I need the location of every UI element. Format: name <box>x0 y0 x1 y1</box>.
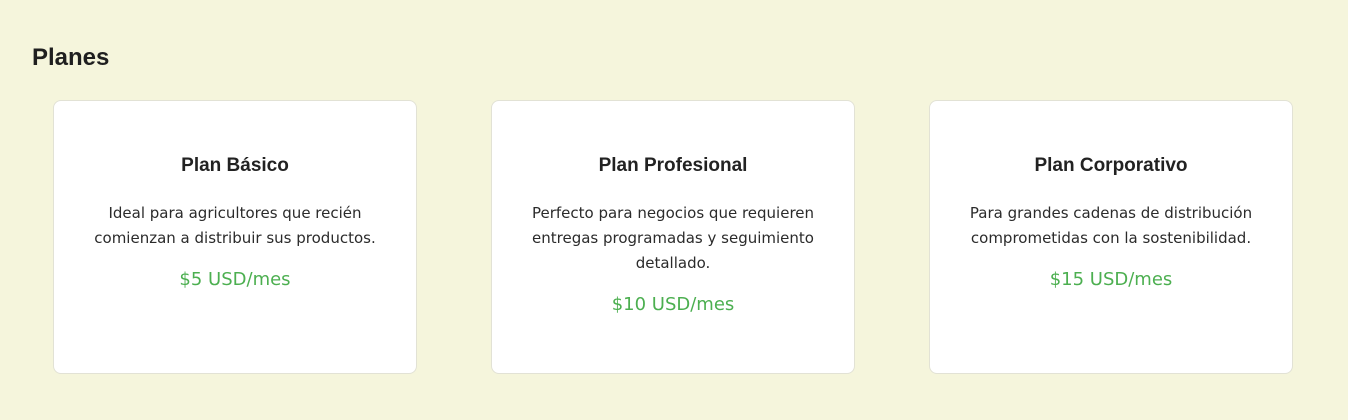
plan-card-basico: Plan Básico Ideal para agricultores que … <box>53 100 417 374</box>
plan-card-profesional: Plan Profesional Perfecto para negocios … <box>491 100 855 374</box>
plan-price: $5 USD/mes <box>179 269 291 290</box>
plan-price: $10 USD/mes <box>611 294 735 315</box>
plan-description: Ideal para agricultores que recién comie… <box>94 204 376 247</box>
plan-description: Perfecto para negocios que requieren ent… <box>531 204 815 272</box>
plan-price: $15 USD/mes <box>1049 269 1173 290</box>
plans-list: Plan Básico Ideal para agricultores que … <box>53 100 1293 374</box>
section-title: Planes <box>32 44 110 71</box>
plan-title: Plan Básico <box>181 155 289 176</box>
plan-card-corporativo: Plan Corporativo Para grandes cadenas de… <box>929 100 1293 374</box>
plan-title: Plan Profesional <box>598 155 748 176</box>
plan-title: Plan Corporativo <box>1034 155 1188 176</box>
plan-description: Para grandes cadenas de distribución com… <box>969 204 1253 247</box>
